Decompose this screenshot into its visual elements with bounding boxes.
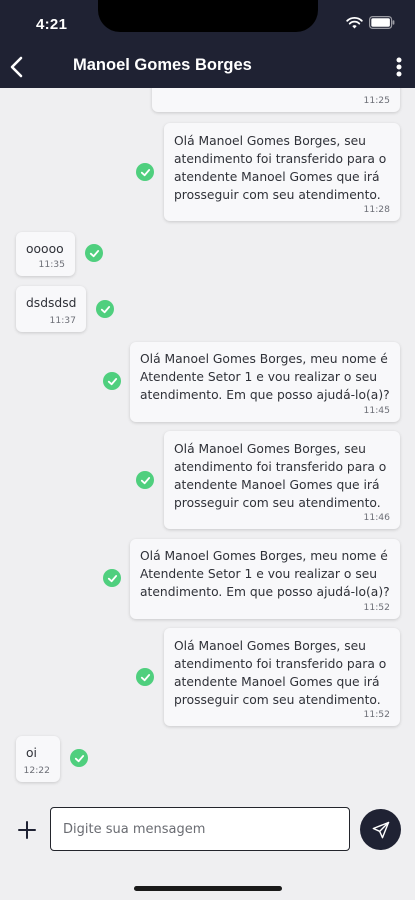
back-button[interactable]: [6, 54, 28, 80]
message-time: 11:45: [363, 405, 390, 416]
message-time: 11:35: [38, 259, 65, 270]
plus-icon: [18, 821, 36, 839]
message-text: Olá Manoel Gomes Borges, seu atendimento…: [174, 442, 387, 510]
delivered-check-icon: [85, 244, 103, 262]
message-bubble: Olá Manoel Gomes Borges, seu atendimento…: [164, 628, 400, 726]
device-notch: [98, 0, 318, 32]
message-time: 12:22: [23, 765, 50, 776]
delivered-check-icon: [103, 569, 121, 587]
home-indicator: [134, 886, 282, 891]
message-bubble: Olá Manoel Gomes Borges, meu nome é Aten…: [130, 539, 400, 619]
chat-header: 4:21 Manoel Gomes Borges: [0, 0, 415, 88]
delivered-check-icon: [70, 749, 88, 767]
message-time: 11:52: [363, 709, 390, 720]
chat-screen: 11:25 Olá Manoel Gomes Borges, seu atend…: [0, 0, 415, 900]
delivered-check-icon: [136, 471, 154, 489]
message-text: Olá Manoel Gomes Borges, meu nome é Aten…: [140, 352, 390, 402]
send-button[interactable]: [360, 809, 401, 850]
message-bubble: Olá Manoel Gomes Borges, meu nome é Aten…: [130, 342, 400, 422]
message-time: 11:25: [363, 95, 390, 106]
message-text: Olá Manoel Gomes Borges, seu atendimento…: [174, 134, 387, 202]
message-time: 11:37: [49, 315, 76, 326]
more-vertical-icon: [396, 57, 402, 77]
attach-button[interactable]: [18, 821, 36, 839]
delivered-check-icon: [136, 668, 154, 686]
delivered-check-icon: [103, 372, 121, 390]
delivered-check-icon: [136, 163, 154, 181]
message-input[interactable]: [50, 807, 350, 851]
message-bubble: Olá Manoel Gomes Borges, seu atendimento…: [164, 123, 400, 221]
contact-name[interactable]: Manoel Gomes Borges: [73, 56, 252, 75]
message-bubble: Olá Manoel Gomes Borges, seu atendimento…: [164, 431, 400, 529]
message-text: Olá Manoel Gomes Borges, meu nome é Aten…: [140, 549, 390, 599]
message-time: 11:46: [363, 512, 390, 523]
menu-button[interactable]: [393, 54, 405, 80]
wifi-icon: [346, 16, 363, 29]
delivered-check-icon: [96, 300, 114, 318]
message-bubble: oi 12:22: [16, 736, 60, 782]
message-text: ooooo: [26, 242, 64, 256]
message-text: Olá Manoel Gomes Borges, seu atendimento…: [174, 639, 387, 707]
send-icon: [372, 821, 389, 838]
message-text: oi: [26, 746, 37, 760]
message-time: 11:52: [363, 602, 390, 613]
chevron-left-icon: [10, 56, 23, 78]
status-time: 4:21: [36, 16, 68, 33]
message-text: dsdsdsd: [26, 296, 77, 310]
battery-icon: [369, 16, 395, 29]
message-bubble: dsdsdsd 11:37: [16, 286, 86, 332]
message-list[interactable]: 11:25 Olá Manoel Gomes Borges, seu atend…: [0, 0, 415, 790]
message-bubble: ooooo 11:35: [16, 232, 75, 276]
message-time: 11:28: [363, 204, 390, 215]
status-icons: [346, 16, 395, 29]
